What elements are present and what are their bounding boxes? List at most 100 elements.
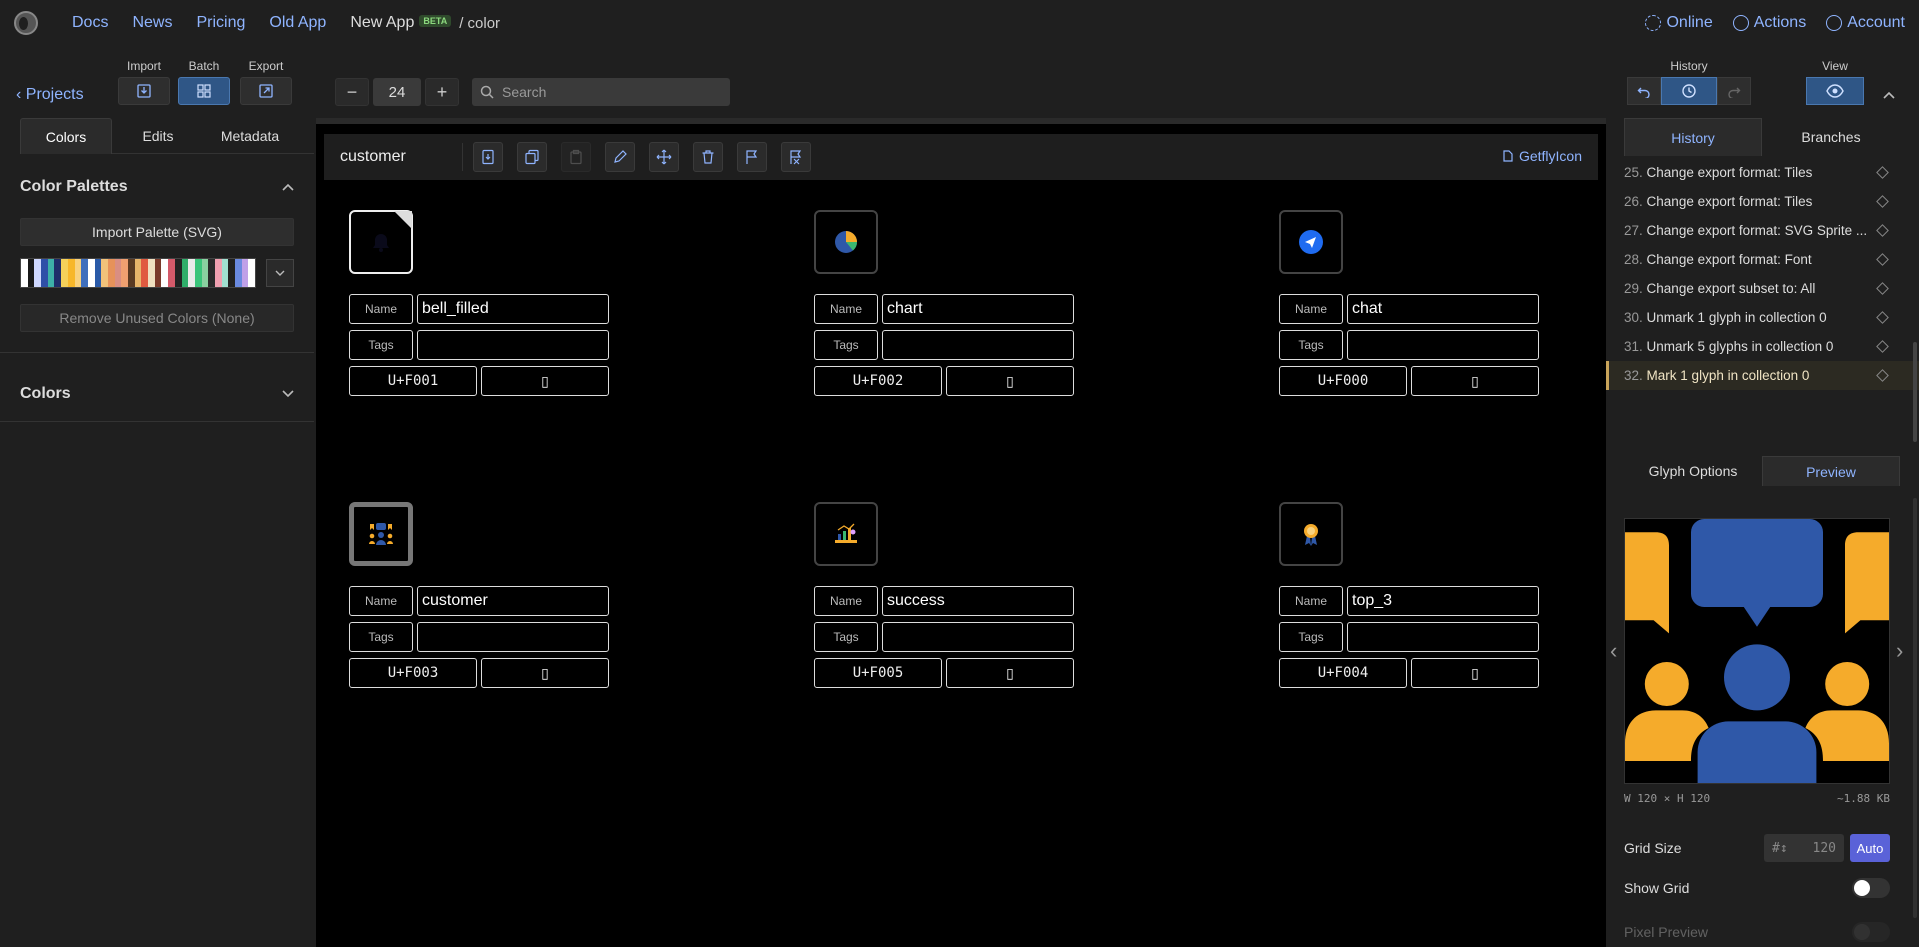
tab-branches[interactable]: Branches <box>1762 118 1900 156</box>
nav-docs[interactable]: Docs <box>72 14 108 32</box>
glyph-char[interactable]: ▯ <box>1411 658 1539 688</box>
glyph-name-input[interactable] <box>417 586 609 616</box>
glyph-name-input[interactable] <box>882 294 1074 324</box>
palette-swatch <box>47 259 55 287</box>
history-item[interactable]: 27. Change export format: SVG Sprite ... <box>1606 216 1919 245</box>
diamond-icon[interactable] <box>1876 253 1889 266</box>
history-item[interactable]: 28. Change export format: Font <box>1606 245 1919 274</box>
redo-button[interactable] <box>1717 77 1751 105</box>
nav-old-app[interactable]: Old App <box>269 14 326 32</box>
undo-button[interactable] <box>1627 77 1661 105</box>
glyph-thumbnail[interactable] <box>1279 210 1343 274</box>
glyph-tags-input[interactable] <box>882 330 1074 360</box>
diamond-icon[interactable] <box>1876 195 1889 208</box>
glyph-thumbnail[interactable] <box>814 502 878 566</box>
actions-button[interactable]: Actions <box>1732 14 1806 32</box>
import-button[interactable] <box>118 77 170 105</box>
online-button[interactable]: Online <box>1645 14 1713 32</box>
collapse-toolbar-button[interactable] <box>1883 86 1895 102</box>
tab-preview[interactable]: Preview <box>1762 456 1900 486</box>
nav-new-app[interactable]: New App <box>350 14 414 32</box>
glyph-char[interactable]: ▯ <box>481 658 609 688</box>
download-button[interactable] <box>473 142 503 172</box>
glyph-tags-input[interactable] <box>1347 330 1539 360</box>
glyph-name-input[interactable] <box>1347 294 1539 324</box>
zoom-in-button[interactable]: + <box>425 78 459 106</box>
unicode-value[interactable]: U+F001 <box>349 366 477 396</box>
tab-colors[interactable]: Colors <box>20 118 112 154</box>
glyph-thumbnail[interactable] <box>814 210 878 274</box>
auto-button[interactable]: Auto <box>1850 834 1890 862</box>
glyph-char[interactable]: ▯ <box>946 366 1074 396</box>
import-palette-button[interactable]: Import Palette (SVG) <box>20 218 294 246</box>
diamond-icon[interactable] <box>1876 282 1889 295</box>
search-input[interactable] <box>502 84 722 100</box>
glyph-name-input[interactable] <box>1347 586 1539 616</box>
history-scrollbar[interactable] <box>1913 342 1917 442</box>
getflyicon-link[interactable]: GetflyIcon <box>1502 148 1582 164</box>
tab-edits[interactable]: Edits <box>112 118 204 154</box>
diamond-icon[interactable] <box>1876 311 1889 324</box>
nav-pricing[interactable]: Pricing <box>196 14 245 32</box>
prev-glyph-button[interactable]: ‹ <box>1610 638 1617 664</box>
tab-history[interactable]: History <box>1624 118 1762 156</box>
glyph-thumbnail[interactable] <box>349 210 413 274</box>
projects-link[interactable]: ‹ Projects <box>16 86 84 104</box>
glyph-thumbnail[interactable] <box>349 502 413 566</box>
paste-button[interactable] <box>561 142 591 172</box>
history-item[interactable]: 25. Change export format: Tiles <box>1606 158 1919 187</box>
next-glyph-button[interactable]: › <box>1896 638 1903 664</box>
options-scrollbar[interactable] <box>1913 498 1917 918</box>
history-button[interactable] <box>1661 77 1717 105</box>
glyph-tags-input[interactable] <box>417 330 609 360</box>
palette-strip[interactable] <box>20 258 256 288</box>
nav-news[interactable]: News <box>132 14 172 32</box>
export-button[interactable] <box>240 77 292 105</box>
edit-button[interactable] <box>605 142 635 172</box>
zoom-value[interactable]: 24 <box>373 78 421 106</box>
history-item[interactable]: 26. Change export format: Tiles <box>1606 187 1919 216</box>
unicode-value[interactable]: U+F005 <box>814 658 942 688</box>
tab-glyph-options[interactable]: Glyph Options <box>1624 456 1762 486</box>
unicode-value[interactable]: U+F000 <box>1279 366 1407 396</box>
glyph-thumbnail[interactable] <box>1279 502 1343 566</box>
diamond-icon[interactable] <box>1876 224 1889 237</box>
pixel-preview-toggle[interactable] <box>1852 922 1890 942</box>
palette-dropdown-button[interactable] <box>266 259 294 287</box>
history-item[interactable]: 32. Mark 1 glyph in collection 0 <box>1606 361 1919 390</box>
grid-size-input[interactable]: #↕ 120 <box>1764 834 1844 862</box>
copy-button[interactable] <box>517 142 547 172</box>
account-button[interactable]: Account <box>1826 14 1905 32</box>
diamond-icon[interactable] <box>1876 166 1889 179</box>
glyph-tags-input[interactable] <box>1347 622 1539 652</box>
delete-button[interactable] <box>693 142 723 172</box>
batch-button[interactable] <box>178 77 230 105</box>
colors-section-header[interactable]: Colors <box>0 383 314 405</box>
view-button[interactable] <box>1806 77 1864 105</box>
history-item[interactable]: 31. Unmark 5 glyphs in collection 0 <box>1606 332 1919 361</box>
collection-title[interactable]: customer <box>324 148 462 166</box>
zoom-out-button[interactable]: − <box>335 78 369 106</box>
diamond-icon[interactable] <box>1876 369 1889 382</box>
tab-metadata[interactable]: Metadata <box>204 118 296 154</box>
unicode-value[interactable]: U+F003 <box>349 658 477 688</box>
glyph-char[interactable]: ▯ <box>946 658 1074 688</box>
history-item[interactable]: 30. Unmark 1 glyph in collection 0 <box>1606 303 1919 332</box>
history-item[interactable]: 29. Change export subset to: All <box>1606 274 1919 303</box>
glyph-tags-input[interactable] <box>417 622 609 652</box>
remove-unused-colors-button[interactable]: Remove Unused Colors (None) <box>20 304 294 332</box>
glyph-char[interactable]: ▯ <box>481 366 609 396</box>
diamond-icon[interactable] <box>1876 340 1889 353</box>
unicode-value[interactable]: U+F004 <box>1279 658 1407 688</box>
logo-icon[interactable] <box>14 11 38 35</box>
show-grid-toggle[interactable] <box>1852 878 1890 898</box>
flag-button[interactable] <box>737 142 767 172</box>
unflag-button[interactable] <box>781 142 811 172</box>
glyph-tags-input[interactable] <box>882 622 1074 652</box>
move-button[interactable] <box>649 142 679 172</box>
glyph-char[interactable]: ▯ <box>1411 366 1539 396</box>
palettes-section-header[interactable]: Color Palettes <box>0 176 314 198</box>
glyph-name-input[interactable] <box>882 586 1074 616</box>
glyph-name-input[interactable] <box>417 294 609 324</box>
unicode-value[interactable]: U+F002 <box>814 366 942 396</box>
